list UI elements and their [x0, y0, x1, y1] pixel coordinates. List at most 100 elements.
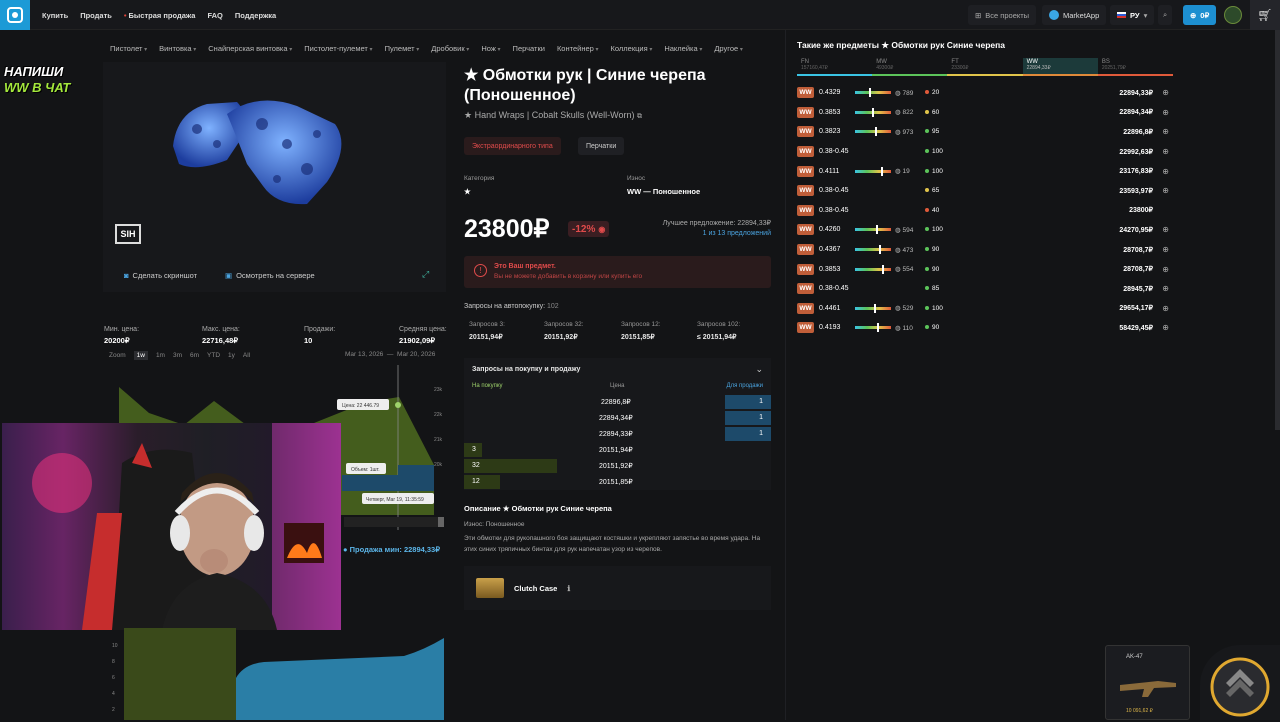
cat-sticker[interactable]: Наклейка — [664, 44, 702, 53]
best-offer: Лучшее предложение: 22894,33₽ 1 из 13 пре… — [663, 219, 771, 237]
cart-icon[interactable]: ⊕ — [1162, 108, 1169, 117]
nav-support[interactable]: Поддержка — [235, 11, 276, 20]
type-tag[interactable]: Перчатки — [578, 137, 625, 155]
cart-icon[interactable]: ⊕ — [1162, 147, 1169, 156]
similar-row[interactable]: WW 0.4329 ◍ 789 20 22894,33₽ ⊕ — [797, 83, 1173, 103]
row-price: 22896,8₽ — [1123, 128, 1153, 136]
tab-ww[interactable]: WW 22894,33₽ — [1022, 58, 1098, 76]
pattern-pct: 100 — [925, 168, 955, 175]
zoom-6m[interactable]: 6m — [190, 352, 199, 359]
inspect-server-button[interactable]: ▣ Осмотреть на сервере — [225, 271, 315, 280]
cart-icon[interactable]: ⊕ — [1162, 304, 1169, 313]
similar-row[interactable]: WW 0.38-0.45 65 23593,97₽ ⊕ — [797, 181, 1173, 201]
cat-other[interactable]: Другое — [714, 44, 743, 53]
type-label: Перчатки — [586, 142, 617, 150]
language-select[interactable]: РУ ▾ — [1110, 5, 1155, 25]
similar-row[interactable]: WW 0.4193 ◍ 110 90 58429,45₽ ⊕ — [797, 318, 1173, 338]
alert-text: Вы не можете добавить в корзину или купи… — [494, 273, 643, 280]
zoom-all[interactable]: All — [243, 352, 250, 359]
similar-row[interactable]: WW 0.3853 ◍ 822 60 22894,34₽ ⊕ — [797, 103, 1173, 123]
nav-quick-sell[interactable]: Быстрая продажа — [124, 11, 196, 20]
cat-pistol[interactable]: Пистолет — [110, 44, 147, 53]
nav-sell[interactable]: Продать — [80, 11, 112, 20]
cart-icon[interactable]: ⊕ — [1162, 127, 1169, 136]
autobuy-col: Запросов 102: ≤ 20151,94₽ — [697, 321, 740, 341]
date-from[interactable]: Mar 13, 2026 — [345, 351, 383, 358]
cart-icon[interactable]: ⊕ — [1162, 284, 1169, 293]
dot-icon — [925, 188, 929, 193]
cart-icon[interactable]: ⊕ — [1162, 323, 1169, 332]
scrollbar[interactable] — [1275, 30, 1280, 430]
similar-row[interactable]: WW 0.38-0.45 85 28945,7₽ ⊕ — [797, 279, 1173, 299]
cart-icon[interactable]: ⊕ — [1162, 186, 1169, 195]
info-icon[interactable]: ℹ — [567, 584, 570, 593]
item-preview-panel: SIH — [103, 62, 446, 292]
balance-button[interactable]: ⊕ 0₽ — [1183, 5, 1217, 25]
tab-ft[interactable]: FT 23300₽ — [947, 58, 1023, 76]
dot-icon — [925, 247, 929, 252]
cart-icon[interactable]: ⊕ — [1162, 265, 1169, 274]
similar-row[interactable]: WW 0.3853 ◍ 554 90 28708,7₽ ⊕ — [797, 259, 1173, 279]
cat-smg[interactable]: Пистолет-пулемет — [304, 44, 372, 53]
copy-icon[interactable]: ⧉ — [637, 113, 642, 120]
search-button[interactable]: ⌕ — [1158, 5, 1173, 25]
zoom-ytd[interactable]: YTD — [207, 352, 220, 359]
zoom-1m[interactable]: 1m — [156, 352, 165, 359]
autobuy-col-value: 20151,92₽ — [544, 334, 578, 341]
navigator-handle[interactable] — [438, 517, 444, 527]
zoom-1w[interactable]: 1w — [133, 351, 148, 360]
nav-faq[interactable]: FAQ — [207, 11, 222, 20]
cart-icon[interactable]: ⊕ — [1162, 245, 1169, 254]
avatar[interactable] — [1224, 6, 1242, 24]
expand-icon[interactable]: ⤢ — [422, 269, 429, 280]
screenshot-button[interactable]: ◙ Сделать скриншот — [124, 271, 197, 280]
similar-row[interactable]: WW 0.3823 ◍ 973 95 22896,8₽ ⊕ — [797, 122, 1173, 142]
tab-bs[interactable]: BS 20251,79₽ — [1097, 58, 1174, 76]
pattern-pct: 90 — [925, 246, 955, 253]
cat-knife[interactable]: Нож — [481, 44, 500, 53]
search-icon: ⌕ — [1163, 10, 1168, 19]
cat-shotgun[interactable]: Дробовик — [431, 44, 469, 53]
zoom-1y[interactable]: 1y — [228, 352, 235, 359]
chevron-down-icon[interactable]: ⌄ — [755, 364, 763, 375]
cart-icon[interactable]: ⊕ — [1162, 225, 1169, 234]
similar-row[interactable]: WW 0.4461 ◍ 529 100 29654,17₽ ⊕ — [797, 299, 1173, 319]
category-value: ★ — [464, 187, 471, 196]
all-projects-label: Все проекты — [985, 10, 1030, 20]
zoom-3m[interactable]: 3m — [173, 352, 182, 359]
cat-gloves[interactable]: Перчатки — [513, 44, 545, 53]
similar-row[interactable]: WW 0.4367 ◍ 473 90 28708,7₽ ⊕ — [797, 240, 1173, 260]
order-sell-qty: 1 — [725, 427, 771, 441]
logo-icon[interactable] — [0, 0, 30, 30]
offers-link[interactable]: 1 из 13 предложений — [663, 230, 771, 237]
cat-mg[interactable]: Пулемет — [385, 44, 420, 53]
cart-icon[interactable]: ⊕ — [1162, 167, 1169, 176]
case-card[interactable]: Clutch Case ℹ — [464, 566, 771, 610]
cart-icon: 🛒︎ — [1257, 8, 1273, 22]
date-to[interactable]: Mar 20, 2026 — [397, 351, 435, 358]
cart-icon[interactable]: ⊕ — [1162, 88, 1169, 97]
stat-avg: Средняя цена: 21902,09₽ — [399, 326, 447, 345]
similar-row[interactable]: WW 0.38-0.45 100 22992,63₽ ⊕ — [797, 142, 1173, 162]
tooltip-price: Цена: 22 446.79 — [342, 403, 379, 409]
stattrak-count: ◍ 473 — [895, 246, 914, 254]
chart-navigator[interactable] — [344, 517, 444, 527]
cat-sniper[interactable]: Снайперская винтовка — [208, 44, 292, 53]
cart-button[interactable]: 🛒︎ — [1250, 0, 1280, 30]
similar-row[interactable]: WW 0.38-0.45 40 23800₽ — [797, 201, 1173, 221]
nav-buy[interactable]: Купить — [42, 11, 68, 20]
tab-fn[interactable]: FN 157160,47₽ — [797, 58, 873, 76]
stat-max: Макс. цена: 22716,48₽ — [202, 326, 240, 345]
orders-sell-header: Для продажи — [726, 383, 763, 389]
similar-row[interactable]: WW 0.4260 ◍ 594 100 24270,95₽ ⊕ — [797, 220, 1173, 240]
all-projects-button[interactable]: ⊞ Все проекты — [968, 5, 1037, 25]
cat-collection[interactable]: Коллекция — [611, 44, 653, 53]
sticker-icon: ◍ — [895, 168, 901, 176]
sticker-icon: ◍ — [895, 89, 901, 97]
tab-mw[interactable]: MW 49300₽ — [872, 58, 948, 76]
cat-rifle[interactable]: Винтовка — [159, 44, 196, 53]
cat-container[interactable]: Контейнер — [557, 44, 599, 53]
similar-row[interactable]: WW 0.4111 ◍ 19 100 23176,83₽ ⊕ — [797, 161, 1173, 181]
float-marker — [882, 264, 884, 274]
marketapp-button[interactable]: MarketApp — [1042, 5, 1107, 25]
